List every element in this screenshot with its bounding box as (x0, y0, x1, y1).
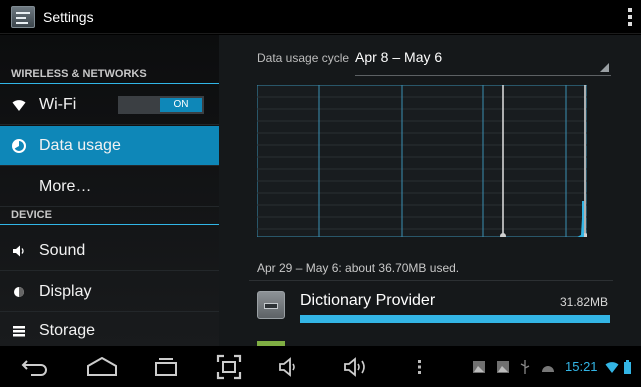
chart-selected-range (503, 85, 585, 237)
system-bar: 15:21 (0, 346, 641, 387)
sidebar-item-label: Wi-Fi (39, 95, 77, 113)
sidebar-item-label: Storage (39, 321, 96, 339)
sidebar-item-sound[interactable]: Sound (0, 231, 219, 271)
speaker-icon (12, 244, 26, 258)
sidebar-item-more[interactable]: More… (0, 167, 219, 207)
cycle-spinner[interactable]: Apr 8 – May 6 (355, 49, 442, 65)
wifi-icon (12, 98, 26, 112)
app-title: Settings (43, 8, 94, 25)
cycle-label: Data usage cycle (257, 51, 350, 65)
volume-down-icon[interactable] (277, 346, 301, 387)
app-usage-bar (300, 315, 610, 323)
app-usage-row[interactable]: Dictionary Provider 31.82MB (249, 283, 614, 329)
storage-icon (12, 324, 26, 338)
volume-up-icon[interactable] (343, 346, 373, 387)
sidebar-item-label: Sound (39, 241, 86, 259)
sidebar-item-storage[interactable]: Storage (0, 311, 219, 346)
sidebar-item-label: More… (39, 177, 92, 195)
action-bar: Settings (0, 0, 641, 34)
data-usage-icon (12, 138, 26, 153)
back-icon[interactable] (20, 346, 52, 387)
notification-image-icon[interactable] (471, 346, 487, 387)
notification-image-icon-2[interactable] (495, 346, 511, 387)
display-icon (12, 285, 26, 299)
app-name: Dictionary Provider (300, 292, 436, 309)
section-header-wireless: WIRELESS & NETWORKS (0, 62, 219, 84)
settings-sidebar: WIRELESS & NETWORKS Wi-Fi ON Data usage … (0, 35, 219, 346)
divider (249, 280, 613, 281)
usb-icon[interactable] (517, 346, 533, 387)
wifi-toggle-state: ON (160, 98, 202, 112)
section-header-device: DEVICE (0, 203, 219, 225)
clock: 15:21 (565, 359, 598, 374)
data-usage-chart[interactable] (257, 85, 587, 237)
usage-summary: Apr 29 – May 6: about 36.70MB used. (257, 261, 460, 275)
home-icon[interactable] (84, 346, 120, 387)
menu-dots-icon[interactable] (415, 346, 425, 387)
android-debug-icon[interactable] (539, 346, 557, 387)
data-usage-pane: Data usage cycle Apr 8 – May 6 Apr 29 – … (219, 35, 641, 346)
overflow-menu-icon[interactable] (628, 8, 632, 26)
cycle-spinner-underline (355, 75, 611, 76)
sidebar-item-display[interactable]: Display (0, 272, 219, 312)
wifi-signal-icon (604, 346, 620, 387)
settings-app-icon[interactable] (11, 5, 35, 28)
sidebar-item-wifi[interactable]: Wi-Fi ON (0, 85, 219, 125)
recent-apps-icon[interactable] (152, 346, 180, 387)
app-size: 31.82MB (559, 295, 608, 309)
sidebar-item-label: Display (39, 282, 92, 300)
wifi-toggle[interactable]: ON (118, 96, 204, 114)
screenshot-icon[interactable] (215, 346, 243, 387)
keyboard-icon (257, 291, 285, 319)
battery-icon (622, 346, 632, 387)
sidebar-item-data-usage[interactable]: Data usage (0, 126, 219, 166)
spinner-corner-icon (600, 63, 609, 72)
sidebar-item-label: Data usage (39, 136, 121, 154)
